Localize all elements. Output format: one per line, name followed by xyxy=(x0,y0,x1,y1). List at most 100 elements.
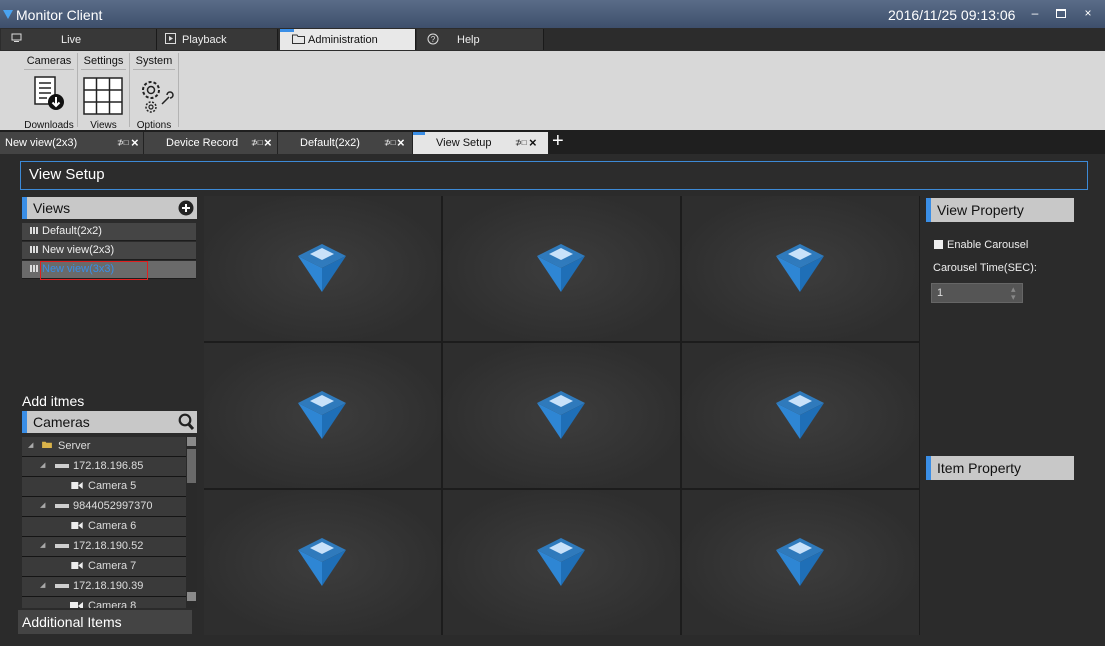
view-tab-device-record[interactable]: Device Record ⊅□ × xyxy=(144,132,278,154)
app-title: Monitor Client xyxy=(16,7,103,23)
camera-icon xyxy=(71,562,83,569)
downloads-button[interactable]: Downloads xyxy=(21,72,77,131)
video-cell[interactable] xyxy=(443,343,680,488)
view-list-item[interactable]: New view(2x3) xyxy=(22,242,196,260)
tree-scrollbar[interactable] xyxy=(186,437,197,608)
close-button[interactable]: × xyxy=(1080,6,1096,20)
brand-logo-icon xyxy=(537,244,585,292)
checkbox-box[interactable] xyxy=(934,240,943,249)
view-tab-default-2x2[interactable]: Default(2x2) ⊅□ × xyxy=(278,132,413,154)
help-circle-icon: ? xyxy=(427,33,439,48)
pin-icon[interactable]: ⊅□ xyxy=(251,138,263,147)
pin-icon[interactable]: ⊅□ xyxy=(117,138,129,147)
tree-row-label: Camera 7 xyxy=(88,560,137,572)
expand-triangle-icon[interactable]: ◢ xyxy=(40,541,45,549)
view-tab-view-setup[interactable]: View Setup ⊅□ × xyxy=(413,132,549,154)
tree-row-device[interactable]: ◢ 172.18.196.85 xyxy=(22,457,186,477)
expand-triangle-icon[interactable]: ◢ xyxy=(28,441,33,449)
views-grid-icon xyxy=(83,77,123,115)
folder-icon xyxy=(292,33,305,47)
add-view-icon[interactable] xyxy=(178,200,194,216)
device-icon xyxy=(55,464,69,468)
tab-administration[interactable]: Administration xyxy=(280,29,416,50)
tree-row-device[interactable]: ◢ 172.18.190.39 xyxy=(22,577,186,597)
add-tab-button[interactable]: + xyxy=(552,131,564,151)
video-cell[interactable] xyxy=(443,490,680,635)
video-cell[interactable] xyxy=(443,196,680,341)
additional-items-header[interactable]: Additional Items xyxy=(18,610,192,634)
pin-icon[interactable]: ⊅□ xyxy=(515,138,527,147)
tab-live[interactable]: Live xyxy=(1,29,157,50)
additional-items-label: Additional Items xyxy=(22,614,122,630)
camera-icon xyxy=(70,602,83,608)
search-icon[interactable] xyxy=(178,413,195,431)
svg-text:?: ? xyxy=(431,35,436,44)
brand-logo-icon xyxy=(298,538,346,586)
view-property-title: View Property xyxy=(937,202,1024,218)
camera-icon xyxy=(71,522,83,529)
expand-triangle-icon[interactable]: ◢ xyxy=(40,461,45,469)
maximize-button[interactable] xyxy=(1053,6,1069,20)
video-cell[interactable] xyxy=(682,343,919,488)
video-cell[interactable] xyxy=(682,196,919,341)
expand-triangle-icon[interactable]: ◢ xyxy=(40,501,45,509)
item-property-title: Item Property xyxy=(937,460,1022,476)
views-button[interactable]: Views xyxy=(78,72,129,131)
datetime-display: 2016/11/25 09:13:06 xyxy=(888,7,1016,23)
tab-help[interactable]: ? Help xyxy=(417,29,544,50)
ribbon-group-title: System xyxy=(135,55,173,67)
tab-playback[interactable]: Playback xyxy=(157,29,278,50)
tree-row-camera[interactable]: Camera 6 xyxy=(22,517,186,537)
view-list-item[interactable]: Default(2x2) xyxy=(22,223,196,241)
page-title: View Setup xyxy=(29,166,105,183)
view-grid-cells xyxy=(204,196,920,635)
minimize-button[interactable]: – xyxy=(1027,6,1043,20)
pin-icon[interactable]: ⊅□ xyxy=(384,138,396,147)
close-tab-icon[interactable]: × xyxy=(529,135,537,150)
video-cell[interactable] xyxy=(682,490,919,635)
close-tab-icon[interactable]: × xyxy=(397,135,405,150)
view-tab-label: View Setup xyxy=(436,137,492,149)
close-tab-icon[interactable]: × xyxy=(131,135,139,150)
scroll-up-button[interactable] xyxy=(187,437,196,446)
grid-icon xyxy=(30,246,39,253)
options-button[interactable]: Options xyxy=(130,72,178,131)
add-items-title: Add itmes xyxy=(22,393,85,409)
brand-logo-icon xyxy=(298,244,346,292)
scroll-down-button[interactable] xyxy=(187,592,196,601)
close-tab-icon[interactable]: × xyxy=(264,135,272,150)
tree-row-device[interactable]: ◢ 9844052997370 xyxy=(22,497,186,517)
tree-row-label: Server xyxy=(58,440,91,452)
carousel-time-value: 1 xyxy=(937,287,944,299)
tree-row-label: Camera 6 xyxy=(88,520,137,532)
app-logo-icon xyxy=(3,10,13,19)
tree-row-camera[interactable]: Camera 7 xyxy=(22,557,186,577)
grid-icon xyxy=(30,227,39,234)
tree-row-camera[interactable]: Camera 8 xyxy=(22,597,186,608)
tree-row-label: 172.18.196.85 xyxy=(73,460,144,472)
video-cell[interactable] xyxy=(204,196,441,341)
expand-triangle-icon[interactable]: ◢ xyxy=(40,581,45,589)
tree-row-camera[interactable]: Camera 5 xyxy=(22,477,186,497)
carousel-time-spinbox[interactable]: 1 ▴ ▾ xyxy=(931,283,1023,303)
downloads-icon xyxy=(34,76,64,110)
cameras-search-header[interactable]: Cameras xyxy=(22,411,197,433)
spin-arrows-icon[interactable]: ▴ ▾ xyxy=(1011,285,1016,302)
monitor-icon xyxy=(11,33,22,47)
ribbon-group-title: Settings xyxy=(83,55,124,67)
video-cell[interactable] xyxy=(204,490,441,635)
ribbon-divider xyxy=(133,69,175,70)
tree-row-device[interactable]: ◢ 172.18.190.52 xyxy=(22,537,186,557)
device-icon xyxy=(55,584,69,588)
enable-carousel-checkbox[interactable]: Enable Carousel xyxy=(934,239,1028,251)
tree-row-server[interactable]: ◢ Server xyxy=(22,437,186,457)
tree-row-label: 9844052997370 xyxy=(73,500,153,512)
views-panel-header: Views xyxy=(22,197,197,219)
rename-edit-box[interactable] xyxy=(40,261,148,280)
view-tab-new-view-2x3[interactable]: New view(2x3) ⊅□ × xyxy=(0,132,144,154)
tab-administration-label: Administration xyxy=(308,34,378,46)
enable-carousel-label: Enable Carousel xyxy=(947,239,1029,251)
scroll-thumb[interactable] xyxy=(187,449,196,483)
camera-icon xyxy=(71,482,83,489)
video-cell[interactable] xyxy=(204,343,441,488)
